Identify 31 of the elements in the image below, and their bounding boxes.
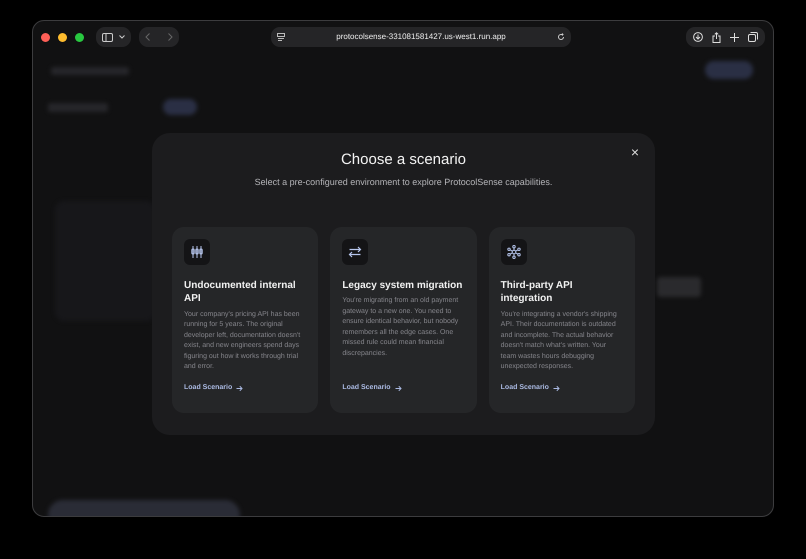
arrow-right-icon	[394, 384, 402, 392]
sidebar-icon	[102, 32, 113, 42]
close-button[interactable]: ×	[628, 143, 641, 161]
scenario-title: Third-party API integration	[500, 278, 574, 306]
scenario-card[interactable]	[488, 226, 635, 412]
swap-arrows-icon	[348, 244, 362, 258]
scenario-title: Legacy system migration	[342, 278, 464, 292]
page-icon	[277, 33, 285, 41]
arrow-right-icon	[236, 384, 244, 392]
reload-icon[interactable]	[556, 33, 565, 41]
tabs-overview-icon[interactable]	[748, 32, 758, 42]
url-text: protocolsense-331081581427.us-west1.run.app	[336, 31, 506, 43]
scenario-title: Undocumented internal API	[184, 278, 297, 306]
scenario-card[interactable]	[330, 226, 477, 412]
new-tab-icon[interactable]	[730, 32, 739, 42]
share-icon[interactable]	[712, 32, 721, 42]
address-bar[interactable]: protocolsense-331081581427.us-west1.run.app	[271, 27, 571, 47]
sliders-icon	[190, 244, 204, 258]
dialog-title: Choose a scenario	[340, 151, 468, 169]
download-icon[interactable]	[693, 32, 703, 42]
sidebar-toggle[interactable]	[96, 27, 131, 47]
dialog-subtitle: Select a pre-configured environment to explore ProtocolSense capabilities.	[254, 176, 554, 189]
scenario-card[interactable]	[172, 226, 318, 412]
arrow-right-icon	[552, 384, 560, 392]
minimize-window-button[interactable]	[58, 32, 67, 42]
caret-icon	[119, 35, 125, 39]
network-icon	[506, 244, 521, 258]
zoom-window-button[interactable]	[75, 32, 84, 42]
blurred-hero-text	[657, 277, 701, 297]
navigation-buttons[interactable]	[139, 27, 179, 47]
close-window-button[interactable]	[41, 32, 50, 42]
